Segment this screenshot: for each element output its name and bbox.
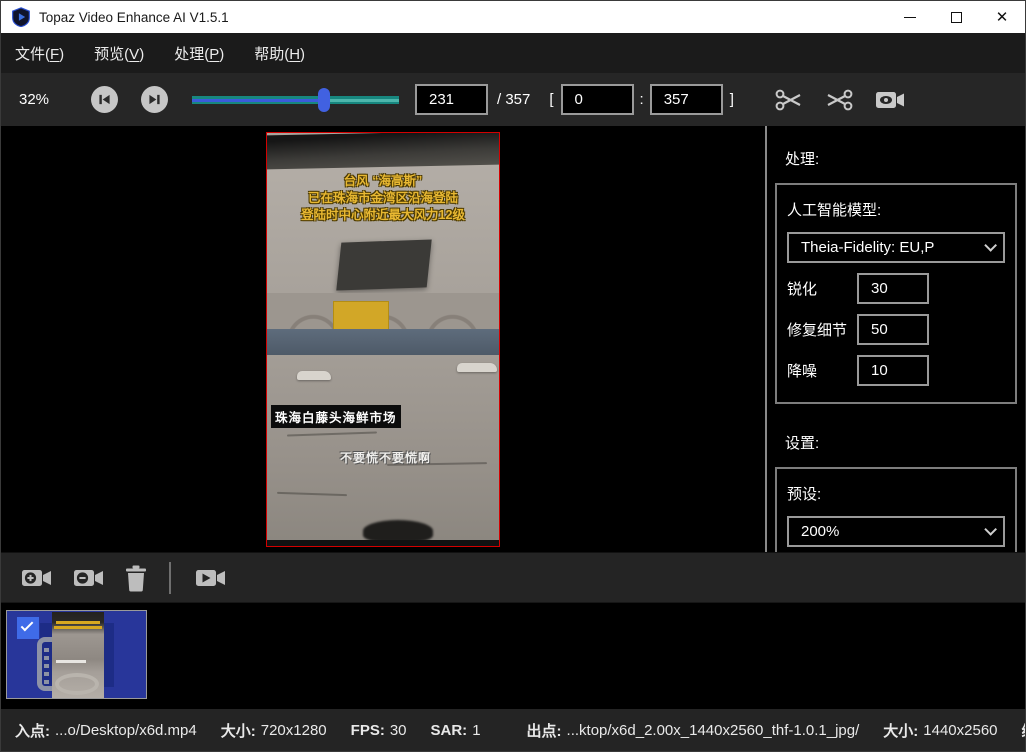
menu-preview[interactable]: 预览(V) <box>94 43 144 64</box>
app-logo-icon <box>11 7 31 27</box>
processing-heading: 处理: <box>785 148 1025 169</box>
settings-heading: 设置: <box>785 432 1025 453</box>
video-preview-frame[interactable]: 台风 “海高斯” 已在珠海市金湾区沿海登陆 登陆时中心附近最大风力12级 珠海白… <box>266 132 500 547</box>
toolbar-divider <box>169 562 171 594</box>
minimize-button[interactable] <box>887 1 933 33</box>
menu-file[interactable]: 文件(F) <box>15 43 64 64</box>
add-video-button[interactable] <box>19 565 53 591</box>
window-title: Topaz Video Enhance AI V1.5.1 <box>39 10 229 25</box>
menubar: 文件(F) 预览(V) 处理(P) 帮助(H) <box>1 33 1025 73</box>
video-barrier-wall <box>267 329 499 355</box>
status-fps: FPS:30 <box>351 722 407 739</box>
range-bracket-open: [ <box>549 91 553 108</box>
timeline-track-played <box>192 99 324 102</box>
status-output-path: 出点:...ktop/x6d_2.00x_1440x2560_thf-1.0.1… <box>527 720 860 741</box>
process-video-icon <box>193 565 227 591</box>
total-frames-label: / 357 <box>497 91 530 108</box>
status-output-size: 大小:1440x2560 <box>883 720 997 741</box>
chevron-down-icon <box>984 239 997 252</box>
sharpen-label: 锐化 <box>787 278 857 299</box>
preset-label: 预设: <box>787 483 1005 504</box>
preview-button[interactable] <box>874 88 906 112</box>
thumbnail-strip <box>1 602 1025 709</box>
maximize-button[interactable] <box>933 1 979 33</box>
thumbnail-video-image <box>52 612 104 698</box>
denoise-input[interactable] <box>857 355 929 386</box>
toolbar: 32% / 357 [ : ] <box>1 73 1025 126</box>
timeline-slider[interactable] <box>192 88 399 112</box>
timeline-handle[interactable] <box>318 88 330 112</box>
remove-video-icon <box>71 565 105 591</box>
settings-panel: 处理: 人工智能模型: Theia-Fidelity: EU,P 锐化 修复细节… <box>767 126 1025 552</box>
add-video-icon <box>19 565 53 591</box>
video-bottom-edge <box>267 540 499 546</box>
denoise-row: 降噪 <box>787 355 1005 386</box>
close-button[interactable]: ✕ <box>979 1 1025 33</box>
sharpen-input[interactable] <box>857 273 929 304</box>
restore-detail-label: 修复细节 <box>787 319 857 340</box>
trash-icon <box>123 564 149 592</box>
preset-dropdown[interactable]: 200% <box>787 516 1005 547</box>
statusbar: 入点:...o/Desktop/x6d.mp4 大小:720x1280 FPS:… <box>1 709 1025 751</box>
bottom-toolbar <box>1 552 1025 602</box>
process-video-button[interactable] <box>193 565 227 591</box>
main-area: 台风 “海高斯” 已在珠海市金湾区沿海登陆 登陆时中心附近最大风力12级 珠海白… <box>1 126 1025 552</box>
splice-button[interactable] <box>824 87 854 113</box>
trim-cut-button[interactable] <box>774 87 804 113</box>
skip-to-start-button[interactable] <box>91 86 118 113</box>
menu-help[interactable]: 帮助(H) <box>254 43 305 64</box>
cut-scissors-icon <box>774 87 804 113</box>
skip-to-start-icon <box>98 93 111 106</box>
status-input-path: 入点:...o/Desktop/x6d.mp4 <box>15 720 197 741</box>
ai-model-group: 人工智能模型: Theia-Fidelity: EU,P 锐化 修复细节 降噪 <box>775 183 1017 404</box>
ai-model-dropdown[interactable]: Theia-Fidelity: EU,P <box>787 232 1005 263</box>
app-window: Topaz Video Enhance AI V1.5.1 ✕ 文件(F) 预览… <box>0 0 1026 752</box>
video-preview-area: 台风 “海高斯” 已在珠海市金湾区沿海登陆 登陆时中心附近最大风力12级 珠海白… <box>1 126 765 552</box>
range-end-input[interactable] <box>650 84 723 115</box>
preset-value: 200% <box>801 523 984 540</box>
restore-detail-input[interactable] <box>857 314 929 345</box>
video-overlay-title: 台风 “海高斯” 已在珠海市金湾区沿海登陆 登陆时中心附近最大风力12级 <box>267 173 499 224</box>
preset-group: 预设: 200% 裁剪以填充帧 <box>775 467 1017 552</box>
denoise-label: 降噪 <box>787 360 857 381</box>
window-controls: ✕ <box>887 1 1025 33</box>
range-bracket-close: ] <box>730 91 734 108</box>
chevron-down-icon <box>984 523 997 536</box>
video-thumbnail-tile[interactable] <box>6 610 147 699</box>
ai-model-label: 人工智能模型: <box>787 199 1005 220</box>
thumbnail-checkbox[interactable] <box>17 617 39 639</box>
current-frame-input[interactable] <box>415 84 488 115</box>
video-top-bar <box>266 132 500 170</box>
status-scale: 缩放:200% <box>1022 720 1026 741</box>
range-start-input[interactable] <box>561 84 634 115</box>
video-dark-object <box>363 520 433 542</box>
status-sar: SAR:1 <box>431 722 481 739</box>
video-location-caption: 珠海白藤头海鲜市场 <box>271 405 401 428</box>
video-hanging-object <box>336 239 431 290</box>
menu-process[interactable]: 处理(P) <box>174 43 224 64</box>
video-submerged-car <box>297 371 331 380</box>
titlebar: Topaz Video Enhance AI V1.5.1 ✕ <box>1 1 1025 33</box>
check-icon <box>21 619 34 632</box>
status-input-size: 大小:720x1280 <box>221 720 327 741</box>
remove-video-button[interactable] <box>71 565 105 591</box>
restore-detail-row: 修复细节 <box>787 314 1005 345</box>
timeline-track-remaining <box>324 99 399 102</box>
skip-to-end-button[interactable] <box>141 86 168 113</box>
range-separator: : <box>640 91 644 108</box>
splice-scissors-icon <box>824 87 854 113</box>
zoom-level-label: 32% <box>19 91 63 108</box>
video-submerged-car <box>457 363 497 372</box>
skip-to-end-icon <box>148 93 161 106</box>
ai-model-value: Theia-Fidelity: EU,P <box>801 239 984 256</box>
delete-button[interactable] <box>123 564 149 592</box>
video-speech-caption: 不要慌不要慌啊 <box>340 449 431 466</box>
sharpen-row: 锐化 <box>787 273 1005 304</box>
preview-camera-icon <box>874 88 906 112</box>
